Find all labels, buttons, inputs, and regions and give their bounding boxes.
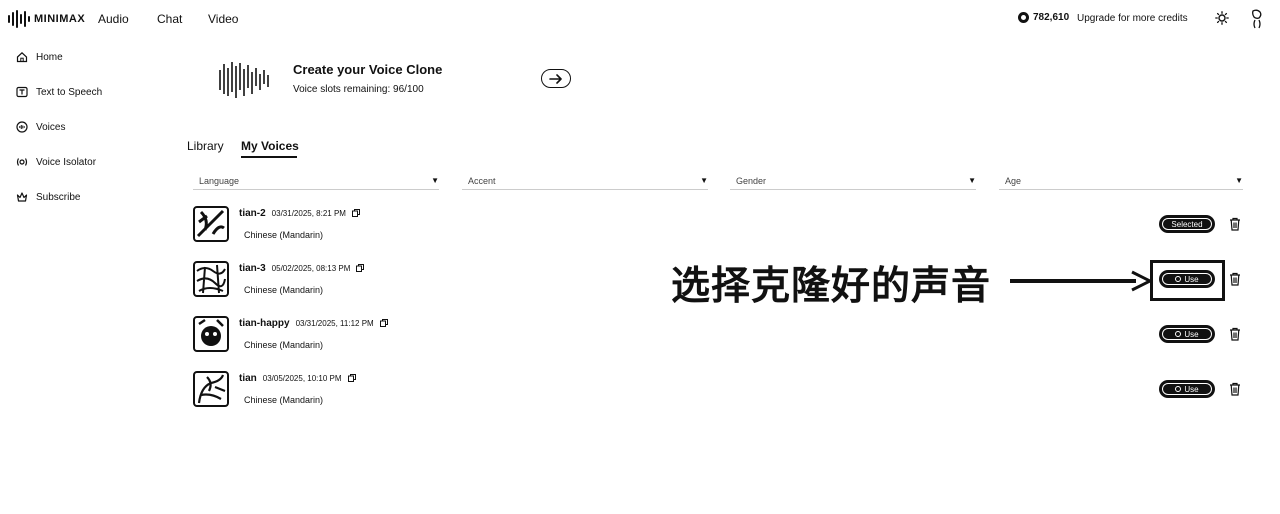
voice-row[interactable]: tian-happy 03/31/2025, 11:12 PM Chinese (… — [193, 316, 1243, 356]
voice-row[interactable]: tian 03/05/2025, 10:10 PM Chinese (Mandar… — [193, 371, 1243, 411]
trash-icon[interactable] — [1229, 272, 1241, 286]
sidebar-item-home[interactable]: Home — [16, 51, 63, 63]
sidebar-item-subscribe[interactable]: Subscribe — [16, 191, 80, 203]
top-bar: MINIMAX Audio Chat Video 782,610 Upgrade… — [0, 0, 1280, 38]
trash-icon[interactable] — [1229, 382, 1241, 396]
use-label: Use — [1184, 329, 1199, 339]
voice-date: 03/31/2025, 8:21 PM — [271, 209, 346, 218]
age-filter[interactable]: Age ▼ — [999, 174, 1243, 190]
voice-name: tian-happy — [239, 318, 290, 329]
sidebar-item-label: Voices — [36, 121, 66, 133]
voice-name: tian-2 — [239, 208, 266, 219]
upgrade-link[interactable]: Upgrade for more credits — [1077, 13, 1188, 24]
voice-avatar — [193, 206, 229, 242]
filter-label: Language — [199, 176, 240, 186]
sidebar-item-text-to-speech[interactable]: Text to Speech — [16, 86, 102, 98]
profile-avatar-icon[interactable] — [1250, 9, 1264, 29]
use-voice-button[interactable]: Use — [1159, 325, 1215, 343]
voice-language: Chinese (Mandarin) — [244, 340, 324, 350]
annotation-arrow-icon — [1010, 270, 1152, 292]
voice-avatar — [193, 316, 229, 352]
play-circle-icon — [1175, 386, 1182, 392]
nav-video[interactable]: Video — [208, 12, 238, 26]
voice-name-line: tian 03/05/2025, 10:10 PM — [239, 373, 356, 384]
voice-date: 03/05/2025, 10:10 PM — [262, 374, 342, 383]
voice-name: tian-3 — [239, 263, 266, 274]
trash-icon[interactable] — [1229, 327, 1241, 341]
copy-icon[interactable] — [379, 319, 388, 328]
filter-label: Gender — [736, 176, 767, 186]
logo-waveform-icon — [8, 10, 30, 28]
filter-label: Accent — [468, 176, 496, 186]
language-filter[interactable]: Language ▼ — [193, 174, 439, 190]
sidebar-item-voice-isolator[interactable]: Voice Isolator — [16, 156, 96, 168]
credits-icon — [1018, 12, 1029, 23]
voice-clone-waveform-icon — [219, 62, 269, 98]
credits-balance[interactable]: 782,610 — [1018, 12, 1069, 23]
sidebar-item-voices[interactable]: Voices — [16, 121, 65, 133]
voice-name-line: tian-3 05/02/2025, 08:13 PM — [239, 263, 365, 274]
voice-row[interactable]: tian-2 03/31/2025, 8:21 PM Chinese (Manda… — [193, 206, 1243, 246]
annotation-text: 选择克隆好的声音 — [671, 264, 992, 309]
copy-icon[interactable] — [347, 374, 356, 383]
voice-date: 05/02/2025, 08:13 PM — [271, 264, 351, 273]
use-voice-button[interactable]: Use — [1159, 380, 1215, 398]
chevron-down-icon: ▼ — [968, 176, 976, 185]
tab-my-voices[interactable]: My Voices — [241, 139, 299, 153]
nav-chat[interactable]: Chat — [157, 12, 182, 26]
selected-label: Selected — [1171, 219, 1203, 229]
voice-language: Chinese (Mandarin) — [244, 395, 324, 405]
trash-icon[interactable] — [1229, 217, 1241, 231]
voice-name-line: tian-2 03/31/2025, 8:21 PM — [239, 208, 360, 219]
create-voice-clone-button[interactable] — [541, 69, 571, 88]
credits-value: 782,610 — [1033, 12, 1070, 23]
voice-clone-title: Create your Voice Clone — [293, 62, 443, 77]
voice-date: 03/31/2025, 11:12 PM — [295, 319, 374, 328]
subscribe-icon — [16, 192, 28, 202]
chevron-down-icon: ▼ — [1235, 176, 1243, 185]
minimax-logo[interactable]: MINIMAX — [8, 10, 85, 28]
tab-library[interactable]: Library — [187, 139, 224, 153]
active-tab-indicator — [241, 156, 297, 158]
voice-avatar — [193, 371, 229, 407]
sidebar-item-label: Home — [36, 51, 63, 63]
annotation-highlight-box — [1150, 260, 1225, 301]
voice-name-line: tian-happy 03/31/2025, 11:12 PM — [239, 318, 388, 329]
copy-icon[interactable] — [351, 209, 360, 218]
home-icon — [16, 51, 28, 63]
voice-slots-remaining: Voice slots remaining: 96/100 — [293, 84, 424, 95]
nav-audio[interactable]: Audio — [98, 12, 129, 26]
chevron-down-icon: ▼ — [431, 176, 439, 185]
voice-avatar — [193, 261, 229, 297]
selected-voice-button[interactable]: Selected — [1159, 215, 1215, 233]
voice-isolator-icon — [16, 158, 28, 166]
voices-icon — [16, 121, 28, 133]
sidebar-item-label: Voice Isolator — [36, 156, 97, 168]
filter-label: Age — [1005, 176, 1022, 186]
text-to-speech-icon — [16, 86, 28, 98]
copy-icon[interactable] — [356, 264, 365, 273]
play-circle-icon — [1175, 331, 1182, 337]
use-label: Use — [1184, 384, 1199, 394]
arrow-right-icon — [549, 73, 562, 84]
voice-language: Chinese (Mandarin) — [244, 230, 324, 240]
gender-filter[interactable]: Gender ▼ — [730, 174, 976, 190]
sun-icon[interactable] — [1215, 11, 1229, 25]
logo-text: MINIMAX — [34, 13, 86, 25]
sidebar-item-label: Text to Speech — [36, 86, 103, 98]
voice-language: Chinese (Mandarin) — [244, 285, 324, 295]
voice-name: tian — [239, 373, 257, 384]
accent-filter[interactable]: Accent ▼ — [462, 174, 708, 190]
chevron-down-icon: ▼ — [700, 176, 708, 185]
sidebar-item-label: Subscribe — [36, 191, 81, 203]
